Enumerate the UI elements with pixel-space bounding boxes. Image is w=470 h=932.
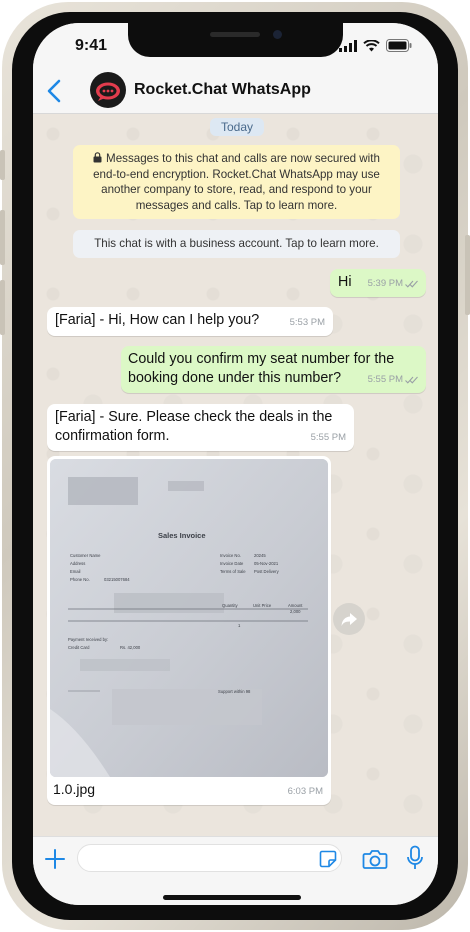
status-icons <box>339 39 412 52</box>
invoice-label: Email <box>70 569 81 574</box>
rocketchat-logo-icon <box>96 82 120 101</box>
invoice-payment-amount: Rs. 42,000 <box>120 645 141 650</box>
status-bar: 9:41 <box>33 23 438 71</box>
message-bubble-outgoing[interactable]: Hi 5:39 PM <box>330 269 426 297</box>
message-text: [Faria] - Sure. Please check the deals i… <box>55 409 333 444</box>
invoice-label: Invoice No. <box>220 553 241 558</box>
invoice-column: Quantity <box>222 603 239 608</box>
wifi-icon <box>363 39 380 51</box>
chevron-left-icon[interactable] <box>43 77 67 105</box>
message-text: Could you confirm my seat number for the… <box>128 351 395 386</box>
invoice-photo: Sales Invoice Customer Name Address Emai… <box>50 459 328 777</box>
message-text: [Faria] - Hi, How can I help you? <box>55 312 260 328</box>
invoice-label: Address <box>70 561 85 566</box>
phone-screen: 9:41 Rocket.Chat WhatsApp Today Messages… <box>33 23 438 905</box>
front-camera <box>273 30 282 39</box>
encryption-notice[interactable]: Messages to this chat and calls are now … <box>73 145 400 219</box>
business-notice[interactable]: This chat is with a business account. Ta… <box>73 230 400 258</box>
message-bubble-incoming[interactable]: [Faria] - Hi, How can I help you? 5:53 P… <box>47 307 333 336</box>
invoice-image[interactable]: Sales Invoice Customer Name Address Emai… <box>50 459 328 777</box>
invoice-column: Amount <box>288 603 303 608</box>
chat-header: Rocket.Chat WhatsApp <box>33 71 438 114</box>
invoice-support: Support within 98 <box>218 689 251 694</box>
image-message-bubble[interactable]: Sales Invoice Customer Name Address Emai… <box>47 456 331 805</box>
invoice-terms: Post Delivery <box>254 569 280 574</box>
message-time: 6:03 PM <box>287 786 323 797</box>
forward-button[interactable] <box>333 603 365 635</box>
message-time: 5:55 PM <box>367 374 403 385</box>
speaker <box>210 32 260 37</box>
message-bubble-incoming[interactable]: [Faria] - Sure. Please check the deals i… <box>47 404 354 451</box>
avatar[interactable] <box>90 72 126 108</box>
invoice-amount: 2,000 <box>290 609 301 614</box>
invoice-date: 05-Nov-2021 <box>254 561 279 566</box>
invoice-label: Invoice Date <box>220 561 244 566</box>
power-button <box>465 235 470 315</box>
invoice-column: Unit Price <box>253 603 272 608</box>
notch <box>128 23 343 57</box>
battery-icon <box>386 39 412 52</box>
signal-icon <box>339 39 357 52</box>
home-indicator <box>163 895 301 900</box>
chat-title[interactable]: Rocket.Chat WhatsApp <box>134 81 311 99</box>
message-time: 5:55 PM <box>310 432 346 443</box>
message-composer <box>33 836 438 905</box>
message-bubble-outgoing[interactable]: Could you confirm my seat number for the… <box>121 346 426 393</box>
double-check-icon <box>405 280 418 288</box>
chat-area[interactable]: Today Messages to this chat and calls ar… <box>33 114 438 836</box>
invoice-title: Sales Invoice <box>158 531 206 540</box>
microphone-icon[interactable] <box>406 845 424 871</box>
business-notice-text: This chat is with a business account. Ta… <box>94 237 379 250</box>
plus-icon[interactable] <box>43 847 67 871</box>
invoice-label: Phone No. <box>70 577 90 582</box>
invoice-label: Terms of Sale <box>220 569 246 574</box>
message-meta: 5:39 PM <box>368 274 418 293</box>
image-caption: 1.0.jpg <box>53 781 96 797</box>
message-meta: 5:55 PM <box>368 370 418 389</box>
message-time: 5:53 PM <box>289 317 325 328</box>
invoice-payment-label: Payment received by: <box>68 637 108 642</box>
forward-icon <box>341 613 357 626</box>
camera-icon[interactable] <box>362 847 388 871</box>
message-meta: 5:53 PM <box>290 313 325 332</box>
date-chip: Today <box>210 118 264 136</box>
message-time: 5:39 PM <box>367 278 403 289</box>
double-check-icon <box>405 376 418 384</box>
message-meta: 5:55 PM <box>311 428 346 447</box>
invoice-number: 20245 <box>254 553 266 558</box>
message-meta: 6:03 PM <box>288 782 323 801</box>
sticker-icon[interactable] <box>319 850 337 868</box>
message-input[interactable] <box>77 844 342 872</box>
invoice-phone: 03215007684 <box>104 577 130 582</box>
message-text: Hi <box>338 274 352 290</box>
encryption-notice-text: Messages to this chat and calls are now … <box>93 152 380 212</box>
volume-up-button <box>0 210 5 265</box>
lock-icon <box>93 152 102 163</box>
status-time: 9:41 <box>75 37 108 54</box>
invoice-payment-method: Credit Card <box>68 645 90 650</box>
invoice-label: Customer Name <box>70 553 101 558</box>
volume-down-button <box>0 280 5 335</box>
silent-switch <box>0 150 5 180</box>
